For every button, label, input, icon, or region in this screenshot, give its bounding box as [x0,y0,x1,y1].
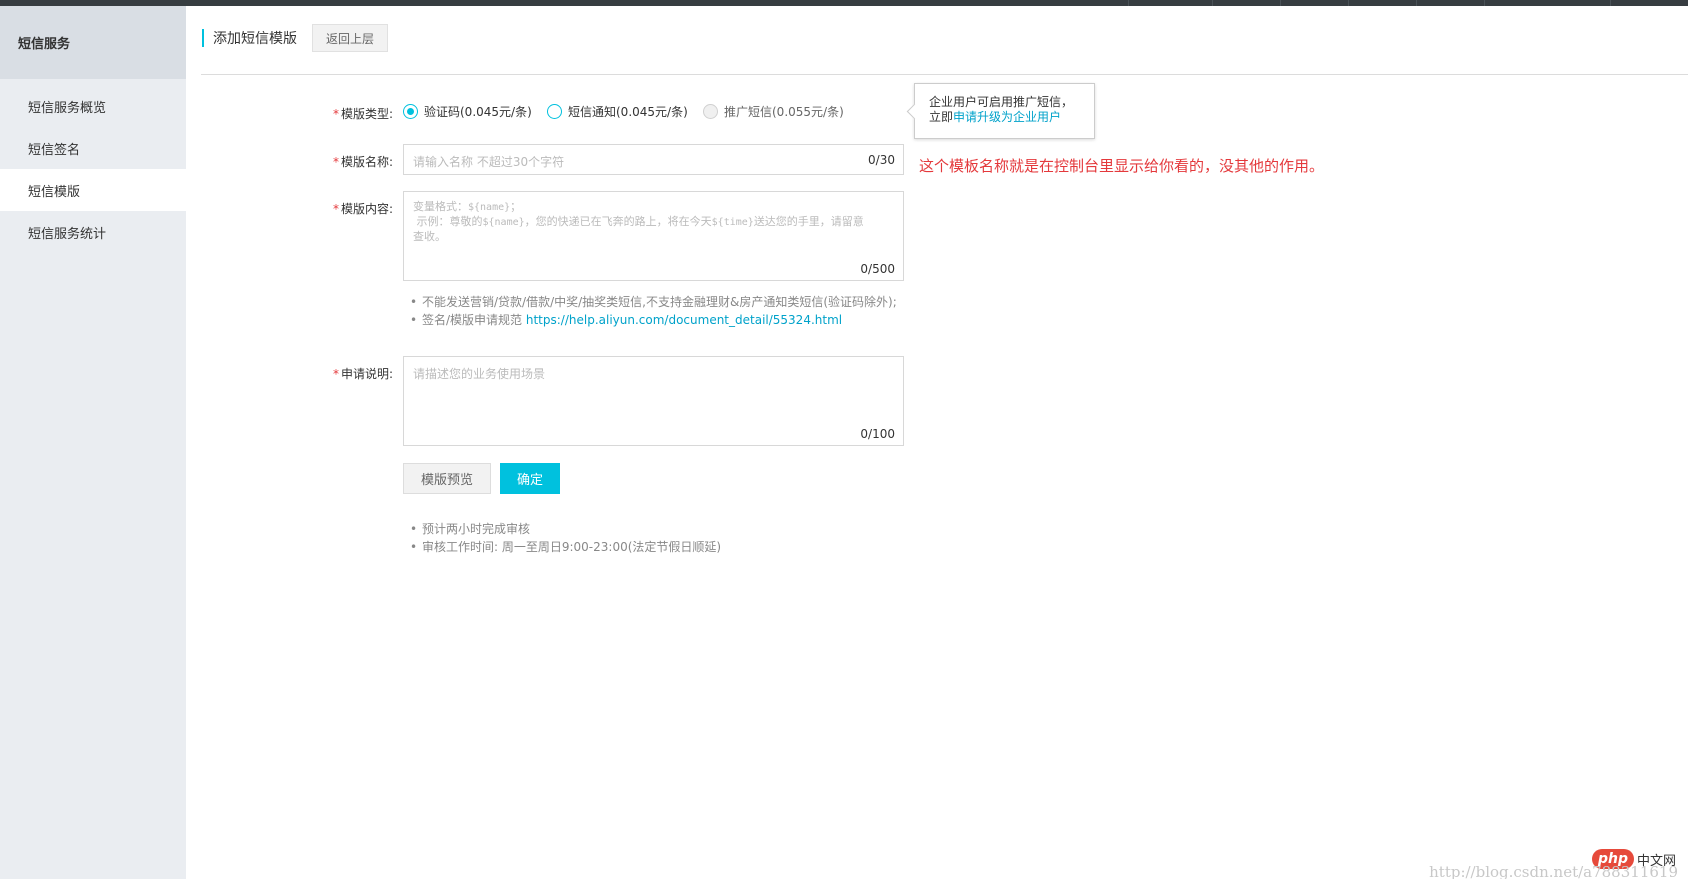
tooltip-line: 企业用户可启用推广短信， [929,95,1074,109]
name-label-text: 模版名称: [340,155,393,169]
application-description-textarea[interactable]: 请描述您的业务使用场景 0/100 [403,356,904,446]
upgrade-enterprise-link[interactable]: 申请升级为企业用户 [953,110,1061,124]
sidebar-item-signature[interactable]: 短信签名 [0,127,186,169]
sidebar-item-label: 短信模版 [28,184,81,200]
placeholder-text: 送达您的手里，请留意 [753,215,864,228]
radio-label: 验证码(0.045元/条) [424,105,532,119]
review-notes: • 预计两小时完成审核 • 审核工作时间: 周一至周日9:00-23:00(法定节假… [410,520,721,556]
name-label: * 模版名称: [303,153,393,170]
title-accent-bar [202,29,204,47]
char-counter: 0/100 [860,427,895,441]
sidebar-item-label: 短信签名 [28,142,81,158]
note-text: 不能发送营销/贷款/借款/中奖/抽奖类短信,不支持金融理财&房产通知类短信(验证… [422,295,897,309]
bullet: • [410,295,418,309]
note-text: 预计两小时完成审核 [422,522,531,536]
type-label: * 模版类型: [303,105,393,122]
textarea-placeholder: 请描述您的业务使用场景 [413,367,546,381]
bullet: • [410,540,418,554]
type-label-text: 模版类型: [340,107,393,121]
content-label: * 模版内容: [303,200,393,217]
required-marker: * [332,155,339,169]
annotation-note: 这个模板名称就是在控制台里显示给你看的，没其他的作用。 [919,157,1325,175]
radio-verification-code[interactable]: 验证码(0.045元/条) [403,103,532,120]
content-label-text: 模版内容: [340,202,393,216]
placeholder-text: 变量格式： [413,200,468,213]
bullet: • [410,522,418,536]
required-marker: * [332,367,339,381]
watermark-url: http://blog.csdn.net/a788311619 [1429,863,1678,879]
note-text: 签名/模版申请规范 [422,313,523,327]
template-content-textarea[interactable]: 变量格式：${name}； 示例：尊敬的${name}，您的快递已在飞奔的路上，… [403,191,904,281]
radio-promotion: 推广短信(0.055元/条) [703,103,844,120]
placeholder-variable: ${name} [468,202,511,213]
placeholder-variable: ${time} [711,217,754,228]
header-divider [201,74,1688,75]
sidebar-item-overview[interactable]: 短信服务概览 [0,85,186,127]
textarea-placeholder: 变量格式：${name}； 示例：尊敬的${name}，您的快递已在飞奔的路上，… [413,200,897,244]
sidebar-item-label: 短信服务统计 [28,226,107,242]
radio-label: 推广短信(0.055元/条) [724,105,844,119]
page-header: 添加短信模版 返回上层 [202,24,389,52]
desc-label: * 申请说明: [303,365,393,382]
template-preview-button[interactable]: 模版预览 [403,463,491,494]
placeholder-text: 示例：尊敬的 [416,215,483,228]
promotion-tooltip: 企业用户可启用推广短信， 立即申请升级为企业用户 [914,83,1095,139]
input-placeholder: 请输入名称 不超过30个字符 [413,155,565,169]
radio-notification[interactable]: 短信通知(0.045元/条) [547,103,688,120]
template-name-input[interactable]: 请输入名称 不超过30个字符 0/30 [403,144,904,175]
note-text: 审核工作时间: 周一至周日9:00-23:00(法定节假日顺延) [422,540,722,554]
sidebar: 短信服务 短信服务概览 短信签名 短信模版 短信服务统计 [0,6,186,879]
char-counter: 0/500 [860,262,895,276]
placeholder-text: 查收。 [413,230,446,243]
sidebar-item-statistics[interactable]: 短信服务统计 [0,211,186,253]
sidebar-title: 短信服务 [0,6,186,79]
back-button[interactable]: 返回上层 [312,24,389,52]
required-marker: * [332,202,339,216]
confirm-button[interactable]: 确定 [500,463,560,494]
required-marker: * [332,107,339,121]
sidebar-item-label: 短信服务概览 [28,100,107,116]
radio-label: 短信通知(0.045元/条) [568,105,688,119]
char-counter: 0/30 [868,153,895,167]
placeholder-text: ； [510,200,522,213]
sidebar-item-template[interactable]: 短信模版 [0,169,186,211]
tooltip-prefix: 立即 [929,110,954,124]
desc-label-text: 申请说明: [340,367,393,381]
radio-unchecked-icon [547,104,562,119]
content-rules-notes: • 不能发送营销/贷款/借款/中奖/抽奖类短信,不支持金融理财&房产通知类短信(验… [410,293,897,329]
help-doc-link[interactable]: https://help.aliyun.com/document_detail/… [526,313,842,327]
radio-checked-icon [403,104,418,119]
placeholder-text: ，您的快递已在飞奔的路上，将在今天 [524,215,712,228]
radio-disabled-icon [703,104,718,119]
page-title: 添加短信模版 [213,31,297,47]
placeholder-variable: ${name} [482,217,525,228]
bullet: • [410,313,418,327]
main-content: 添加短信模版 返回上层 * 模版类型: 验证码(0.045元/条) 短信通知(0.… [186,6,1688,879]
